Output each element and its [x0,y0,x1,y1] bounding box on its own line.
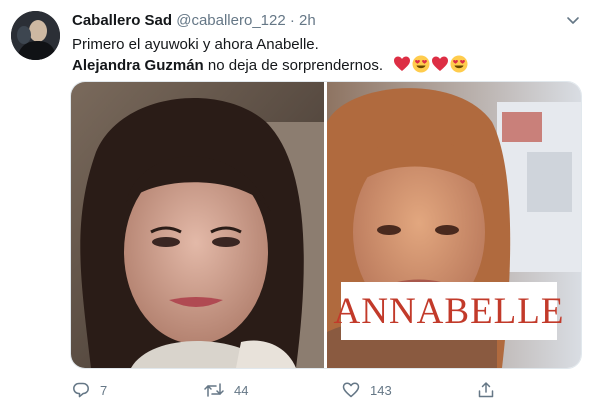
reply-icon [73,382,89,398]
heart-icon [342,382,360,398]
retweet-count: 44 [234,382,249,398]
red-heart-icon [431,55,449,73]
retweet-button[interactable]: 44 [204,378,248,402]
tweet-text-line-1: Primero el ayuwoki y ahora Anabelle. [72,36,319,53]
reply-button[interactable]: 7 [72,378,107,402]
user-handle[interactable]: @caballero_122 [176,12,285,29]
tweet-text-line-2: Alejandra Guzmán no deja de sorprenderno… [72,55,469,79]
red-heart-icon [393,55,411,73]
share-icon [478,382,494,398]
tweet-actions: 7 44 143 [70,378,540,402]
tweet-header: Caballero Sad @caballero_122 · 2h [72,11,316,31]
like-button[interactable]: 143 [342,378,392,402]
share-button[interactable] [477,378,505,402]
emoji-group [393,55,469,79]
retweet-icon [204,383,224,397]
tweet-media[interactable]: ANNABELLE [70,81,582,369]
caption-text: ANNABELLE [333,290,565,332]
mentioned-name: Alejandra Guzmán [72,57,204,74]
like-count: 143 [370,382,392,398]
avatar[interactable] [11,11,60,60]
tweet[interactable]: Caballero Sad @caballero_122 · 2h Primer… [0,0,598,413]
chevron-down-icon[interactable] [563,10,583,30]
heart-eyes-face-icon [450,55,468,73]
heart-eyes-face-icon [412,55,430,73]
annabelle-caption: ANNABELLE [334,282,563,340]
tweet-text-rest: no deja de sorprendernos. [203,57,383,74]
display-name[interactable]: Caballero Sad [72,12,172,29]
separator-dot: · [289,12,295,29]
tweet-text: Primero el ayuwoki y ahora Anabelle. Ale… [72,35,469,79]
reply-count: 7 [100,382,108,398]
photo-left[interactable] [71,82,324,368]
timestamp[interactable]: 2h [299,12,316,29]
